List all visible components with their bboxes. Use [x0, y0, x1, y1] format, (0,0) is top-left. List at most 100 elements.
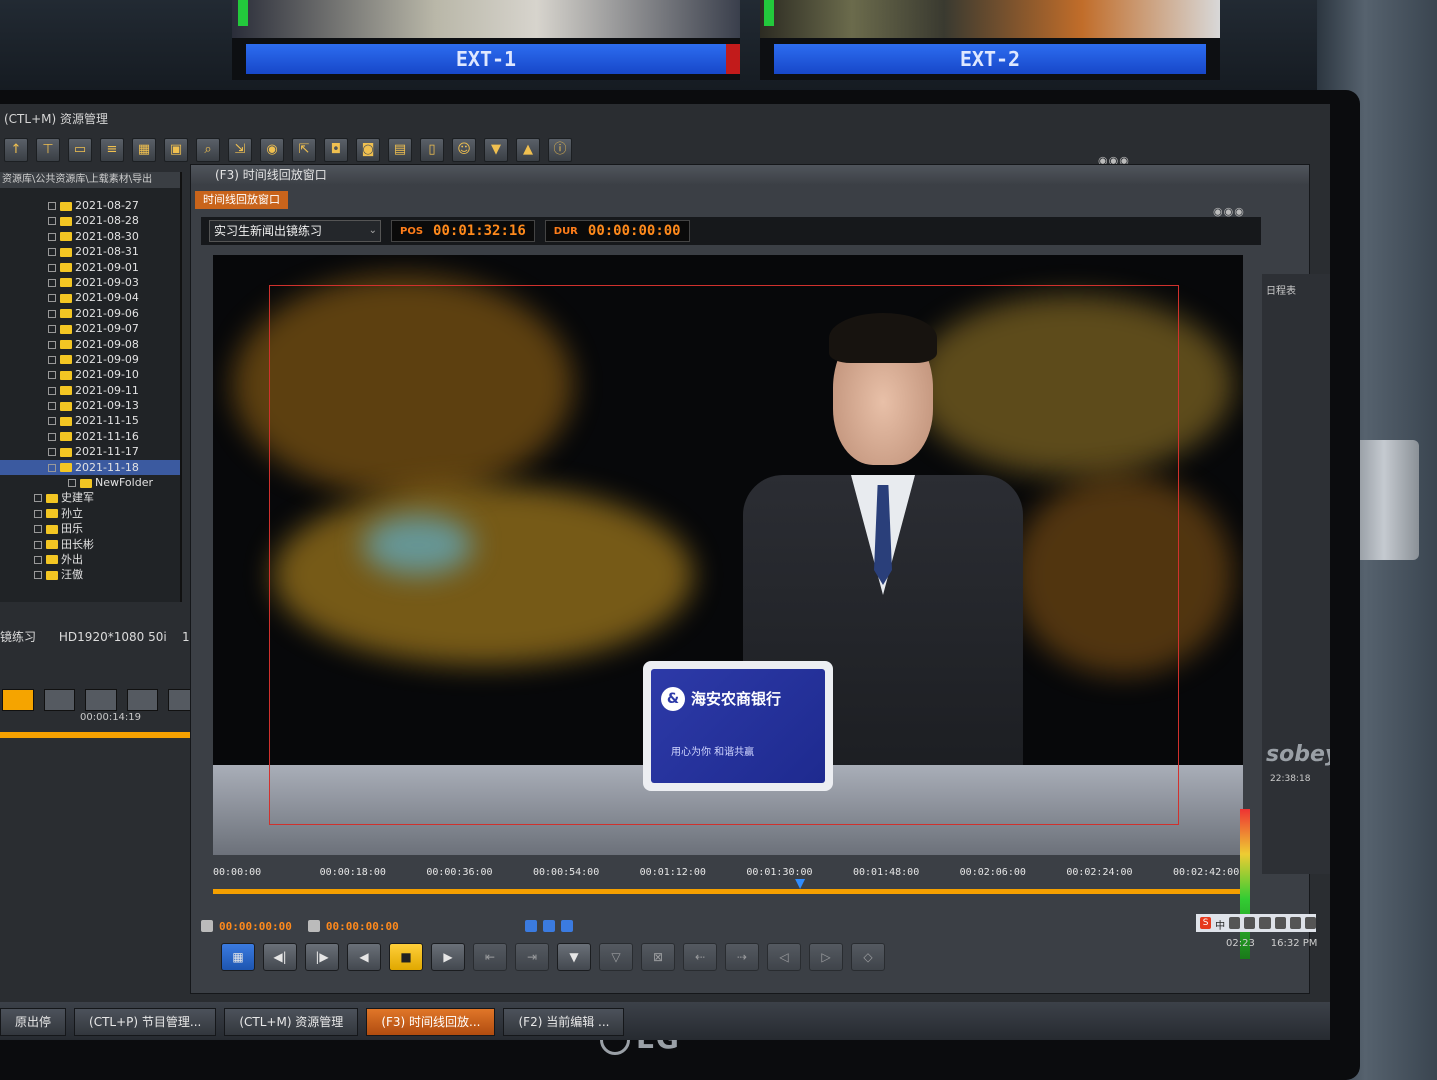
sogou-ime-icon[interactable]: S	[1200, 917, 1212, 929]
tree-item-folder[interactable]: 外出	[0, 552, 180, 567]
expand-icon[interactable]	[48, 217, 56, 226]
expand-icon[interactable]	[34, 540, 42, 549]
taskbar-button[interactable]: (F2) 当前编辑 ...	[503, 1008, 625, 1036]
expand-icon[interactable]	[48, 325, 56, 334]
expand-icon[interactable]	[48, 463, 56, 472]
expand-icon[interactable]	[68, 479, 76, 488]
tree-item-date[interactable]: 2021-09-06	[0, 306, 180, 321]
next-frame-button[interactable]: |▶	[305, 943, 339, 971]
ime-lang[interactable]: 中	[1215, 917, 1225, 932]
tree-item-date[interactable]: 2021-11-18	[0, 459, 180, 476]
taskbar-button[interactable]: (CTL+M) 资源管理	[224, 1008, 359, 1036]
tree-item-date[interactable]: 2021-08-30	[0, 229, 180, 244]
sync-icon[interactable]	[560, 920, 573, 932]
tree-item-date[interactable]: 2021-08-27	[0, 198, 180, 213]
expand-icon[interactable]	[48, 340, 56, 349]
expand-icon[interactable]	[48, 202, 56, 210]
clip-button[interactable]	[85, 689, 117, 711]
expand-icon[interactable]	[48, 448, 56, 457]
user-icon[interactable]	[1274, 917, 1286, 929]
keyboard-icon[interactable]	[1259, 917, 1271, 929]
video-preview[interactable]: & 海安农商银行 用心为你 和谐共赢	[213, 255, 1243, 855]
stop-button[interactable]: ■	[389, 943, 423, 971]
tree-item-date[interactable]: 2021-09-08	[0, 337, 180, 352]
goto-in-button[interactable]: ⇠	[683, 943, 717, 971]
tree-item-date[interactable]: 2021-09-09	[0, 352, 180, 367]
disc-icon[interactable]: ◉	[260, 138, 284, 162]
tree-item-date[interactable]: 2021-09-03	[0, 275, 180, 290]
tree-item-date[interactable]: 2021-11-15	[0, 413, 180, 428]
user-icon[interactable]: ☺	[452, 138, 476, 162]
expand-icon[interactable]	[48, 309, 56, 318]
tree-view-icon[interactable]: ⊤	[36, 138, 60, 162]
loop-icon[interactable]	[524, 920, 537, 932]
mark-button[interactable]	[2, 689, 34, 711]
tree-item-date[interactable]: 2021-09-11	[0, 383, 180, 398]
tree-item-date[interactable]: 2021-08-28	[0, 213, 180, 228]
expand-icon[interactable]	[48, 294, 56, 303]
expand-icon[interactable]	[48, 278, 56, 287]
expand-icon[interactable]	[48, 248, 56, 257]
expand-icon[interactable]	[48, 417, 56, 426]
tree-item-date[interactable]: 2021-09-10	[0, 367, 180, 382]
grid-view-icon[interactable]: ▦	[132, 138, 156, 162]
expand-icon[interactable]	[34, 571, 42, 580]
up-icon[interactable]: ↑	[4, 138, 28, 162]
goto-out-button[interactable]: ⇢	[725, 943, 759, 971]
tree-item-date[interactable]: 2021-11-16	[0, 429, 180, 444]
taskbar-button[interactable]: 原出停	[0, 1008, 67, 1036]
taskbar-button[interactable]: (CTL+P) 节目管理...	[74, 1008, 217, 1036]
clear-marker-button[interactable]: ⊠	[641, 943, 675, 971]
clip-button[interactable]	[43, 689, 76, 711]
mark-in-icon[interactable]	[201, 920, 213, 932]
tab-playback[interactable]: 时间线回放窗口	[195, 191, 288, 209]
expand-icon[interactable]	[34, 525, 42, 534]
expand-icon[interactable]	[34, 509, 42, 518]
expand-icon[interactable]	[48, 355, 56, 364]
upload-icon[interactable]: ▲	[516, 138, 540, 162]
expand-icon[interactable]	[34, 555, 42, 564]
add-marker-button[interactable]: ▼	[557, 943, 591, 971]
play-reverse-button[interactable]: ◀	[347, 943, 381, 971]
import-icon[interactable]: ⇲	[228, 138, 252, 162]
diamond-button[interactable]: ◇	[851, 943, 885, 971]
shirt-icon[interactable]	[1289, 917, 1301, 929]
document-icon[interactable]: ▯	[420, 138, 444, 162]
moon-icon[interactable]	[1229, 917, 1241, 929]
mark-out-button[interactable]: ⇥	[515, 943, 549, 971]
render-icon[interactable]: ▼	[484, 138, 508, 162]
program-select[interactable]: 实习生新闻出镜练习 ⌄	[209, 220, 381, 242]
grid-icon[interactable]: ▦	[221, 943, 255, 971]
wrench-icon[interactable]	[1304, 917, 1316, 929]
tree-item-folder[interactable]: 孙立	[0, 506, 180, 521]
tree-item-date[interactable]: 2021-09-07	[0, 321, 180, 336]
chevron-down-icon[interactable]: ⌄	[369, 221, 377, 241]
preview-icon[interactable]: ▣	[164, 138, 188, 162]
export-icon[interactable]: ⇱	[292, 138, 316, 162]
mark-out-icon[interactable]	[307, 920, 320, 932]
tree-item-date[interactable]: 2021-08-31	[0, 244, 180, 259]
tree-item-subfolder[interactable]: NewFolder	[0, 475, 180, 490]
clip-button[interactable]	[126, 689, 159, 711]
library-icon[interactable]: ▤	[388, 138, 412, 162]
folder-icon[interactable]: ▭	[68, 138, 92, 162]
next-edit-button[interactable]: ▷	[809, 943, 843, 971]
list-view-icon[interactable]: ≡	[100, 138, 124, 162]
expand-icon[interactable]	[48, 232, 56, 241]
tab-schedule[interactable]: 日程表	[1266, 282, 1328, 297]
tree-item-date[interactable]: 2021-09-01	[0, 260, 180, 275]
timeline-ruler[interactable]: 00:00:00 00:00:18:00 00:00:36:00 00:00:54:0…	[213, 865, 1243, 905]
link-icon[interactable]	[542, 920, 555, 932]
tree-item-folder[interactable]: 田长彬	[0, 537, 180, 552]
expand-icon[interactable]	[48, 386, 56, 395]
clip-icon[interactable]: ◙	[356, 138, 380, 162]
expand-icon[interactable]	[48, 263, 56, 272]
left-timeline-bar[interactable]	[0, 732, 200, 738]
expand-icon[interactable]	[48, 402, 56, 411]
mark-in-button[interactable]: ⇤	[473, 943, 507, 971]
tree-item-folder[interactable]: 史建军	[0, 490, 180, 505]
prev-edit-button[interactable]: ◁	[767, 943, 801, 971]
expand-icon[interactable]	[34, 494, 42, 503]
marker-button[interactable]: ▽	[599, 943, 633, 971]
camera-icon[interactable]: ◘	[324, 138, 348, 162]
